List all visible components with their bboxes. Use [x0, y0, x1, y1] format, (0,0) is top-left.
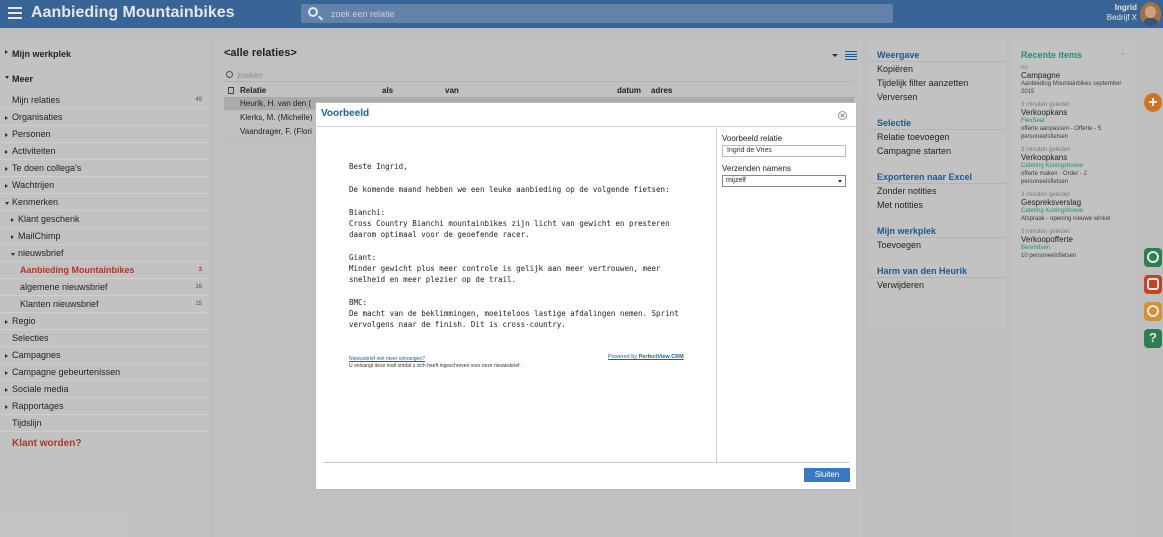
- bike-text: Cross Country Bianchi mountainbikes zijn…: [349, 219, 670, 239]
- send-as-label: Verzenden namens: [722, 164, 791, 173]
- bike-text: Minder gewicht plus meer controle is gel…: [349, 264, 661, 284]
- chevron-down-icon: [838, 180, 842, 183]
- email-footer: Nieuwsbrief niet meer ontvangen? U ontva…: [349, 356, 521, 370]
- email-bike-block: Bianchi: Cross Country Bianchi mountainb…: [349, 207, 693, 240]
- preview-modal: Voorbeeld Beste Ingrid, De komende maand…: [315, 102, 857, 490]
- send-as-select[interactable]: mijzelf: [722, 175, 846, 187]
- bike-name: BMC:: [349, 298, 368, 307]
- divider: [716, 128, 717, 462]
- email-preview: Beste Ingrid, De komende maand hebben we…: [323, 128, 715, 462]
- bike-text: De macht van de beklimmingen, moeiteloos…: [349, 309, 679, 329]
- divider: [323, 462, 850, 463]
- modal-header: Voorbeeld: [316, 103, 856, 127]
- email-bike-block: BMC: De macht van de beklimmingen, moeit…: [349, 297, 693, 330]
- unsubscribe-note: U ontvangt deze mail omdat u zich heeft …: [349, 363, 521, 369]
- unsubscribe-link[interactable]: Nieuwsbrief niet meer ontvangen?: [349, 356, 521, 363]
- modal-title: Voorbeeld: [321, 108, 370, 119]
- bike-name: Giant:: [349, 253, 377, 262]
- email-bike-block: Giant: Minder gewicht plus meer controle…: [349, 252, 693, 285]
- powered-by-link[interactable]: Powered by PerfectView CRM: [608, 354, 684, 360]
- email-body: Beste Ingrid, De komende maand hebben we…: [349, 161, 693, 342]
- email-intro: De komende maand hebben we een leuke aan…: [349, 185, 670, 194]
- bike-name: Bianchi:: [349, 208, 386, 217]
- close-button[interactable]: Sluiten: [804, 468, 850, 482]
- email-greeting: Beste Ingrid,: [349, 162, 408, 171]
- preview-relation-label: Voorbeeld relatie: [722, 134, 783, 143]
- preview-options: Voorbeeld relatie Ingrid de Vries Verzen…: [722, 134, 852, 187]
- preview-relation-field[interactable]: Ingrid de Vries: [722, 145, 846, 157]
- close-icon[interactable]: [838, 111, 847, 120]
